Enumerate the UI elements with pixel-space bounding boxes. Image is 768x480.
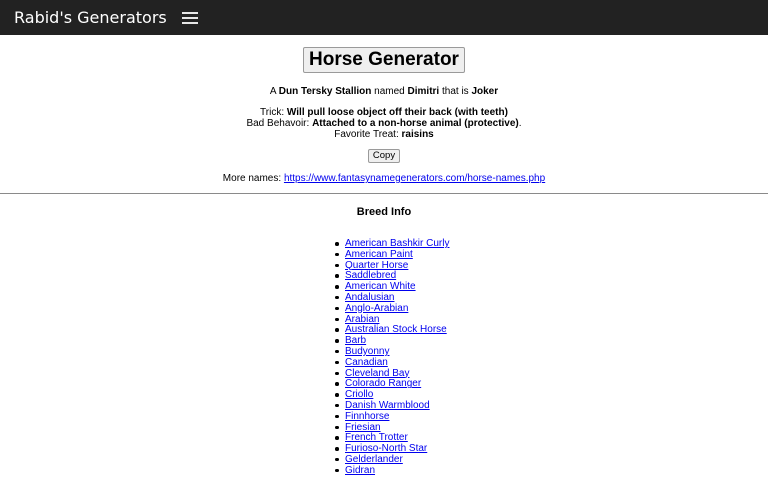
breed-info-heading: Breed Info [356, 206, 412, 218]
breed-list-item: American White [334, 281, 449, 292]
breed-list-item: Canadian [334, 357, 449, 368]
breed-link[interactable]: Gidran [345, 465, 375, 476]
breed-link[interactable]: Gelderlander [345, 454, 403, 465]
more-names-line: More names: https://www.fantasynamegener… [0, 173, 768, 185]
breed-list-item: Anglo-Arabian [334, 303, 449, 314]
breed-list-item: Danish Warmblood [334, 400, 449, 411]
breed-link[interactable]: Australian Stock Horse [345, 324, 447, 335]
breed-link[interactable]: American Paint [345, 249, 413, 260]
favorite-treat-value: raisins [401, 129, 434, 140]
breed-link[interactable]: Quarter Horse [345, 260, 408, 271]
favorite-treat-label: Favorite Treat: [334, 129, 399, 140]
breed-list-item: Arabian [334, 314, 449, 325]
result-named-text: named [374, 86, 405, 97]
breed-list-item: Gidran [334, 465, 449, 476]
breed-link[interactable]: Friesian [345, 422, 381, 433]
breed-link[interactable]: Saddlebred [345, 270, 396, 281]
breed-list: American Bashkir Curly American Paint Quar… [334, 238, 449, 476]
breed-list-item: Gelderlander [334, 454, 449, 465]
top-navbar: Rabid's Generators [0, 0, 768, 35]
breed-link[interactable]: American Bashkir Curly [345, 238, 449, 249]
site-brand[interactable]: Rabid's Generators [14, 0, 167, 35]
breed-list-item: Cleveland Bay [334, 368, 449, 379]
bad-behavior-value: Attached to a non-horse animal (protecti… [312, 118, 519, 129]
breed-list-item: Furioso-North Star [334, 443, 449, 454]
breed-link[interactable]: Canadian [345, 357, 388, 368]
breed-link[interactable]: Barb [345, 335, 366, 346]
breed-list-item: Andalusian [334, 292, 449, 303]
result-breed: Dun Tersky Stallion [278, 86, 372, 97]
breed-link[interactable]: Cleveland Bay [345, 368, 409, 379]
breed-list-item: Quarter Horse [334, 260, 449, 271]
breed-list-item: American Paint [334, 249, 449, 260]
breed-list-item: Colorado Ranger [334, 378, 449, 389]
breed-link[interactable]: Anglo-Arabian [345, 303, 408, 314]
breed-link[interactable]: Finnhorse [345, 411, 389, 422]
breed-link[interactable]: Andalusian [345, 292, 394, 303]
horse-result-line: A Dun Tersky Stallion named Dimitri that… [0, 86, 768, 98]
breed-list-item: Saddlebred [334, 270, 449, 281]
breed-list-item: Barb [334, 335, 449, 346]
result-name: Dimitri [407, 86, 440, 97]
more-names-link[interactable]: https://www.fantasynamegenerators.com/ho… [284, 173, 545, 184]
trick-label: Trick: [260, 107, 285, 118]
breed-list-item: Criollo [334, 389, 449, 400]
generate-horse-button[interactable]: Horse Generator [303, 47, 465, 73]
breed-list-item: Finnhorse [334, 411, 449, 422]
copy-button[interactable]: Copy [368, 149, 400, 163]
result-trait: Joker [471, 86, 499, 97]
breed-link[interactable]: Arabian [345, 314, 379, 325]
breed-list-item: Budyonny [334, 346, 449, 357]
breed-link[interactable]: Danish Warmblood [345, 400, 430, 411]
result-prefix: A [269, 86, 276, 97]
trick-value: Will pull loose object off their back (w… [286, 107, 508, 118]
breed-link[interactable]: Budyonny [345, 346, 389, 357]
hamburger-menu-icon[interactable] [182, 12, 198, 24]
section-divider [0, 193, 768, 194]
bad-behavior-label: Bad Behavoir: [246, 118, 310, 129]
breed-link[interactable]: Criollo [345, 389, 373, 400]
breed-link[interactable]: American White [345, 281, 416, 292]
breed-list-item: Australian Stock Horse [334, 324, 449, 335]
breed-link[interactable]: Colorado Ranger [345, 378, 421, 389]
bad-behavior-suffix: . [518, 118, 522, 129]
breed-link[interactable]: Furioso-North Star [345, 443, 427, 454]
result-that-is-text: that is [441, 86, 469, 97]
breed-link[interactable]: French Trotter [345, 432, 408, 443]
breed-list-item: Friesian [334, 422, 449, 433]
favorite-treat-line: Favorite Treat: raisins [0, 129, 768, 141]
breed-list-item: French Trotter [334, 432, 449, 443]
breed-list-item: American Bashkir Curly [334, 238, 449, 249]
more-names-label: More names: [222, 173, 282, 184]
